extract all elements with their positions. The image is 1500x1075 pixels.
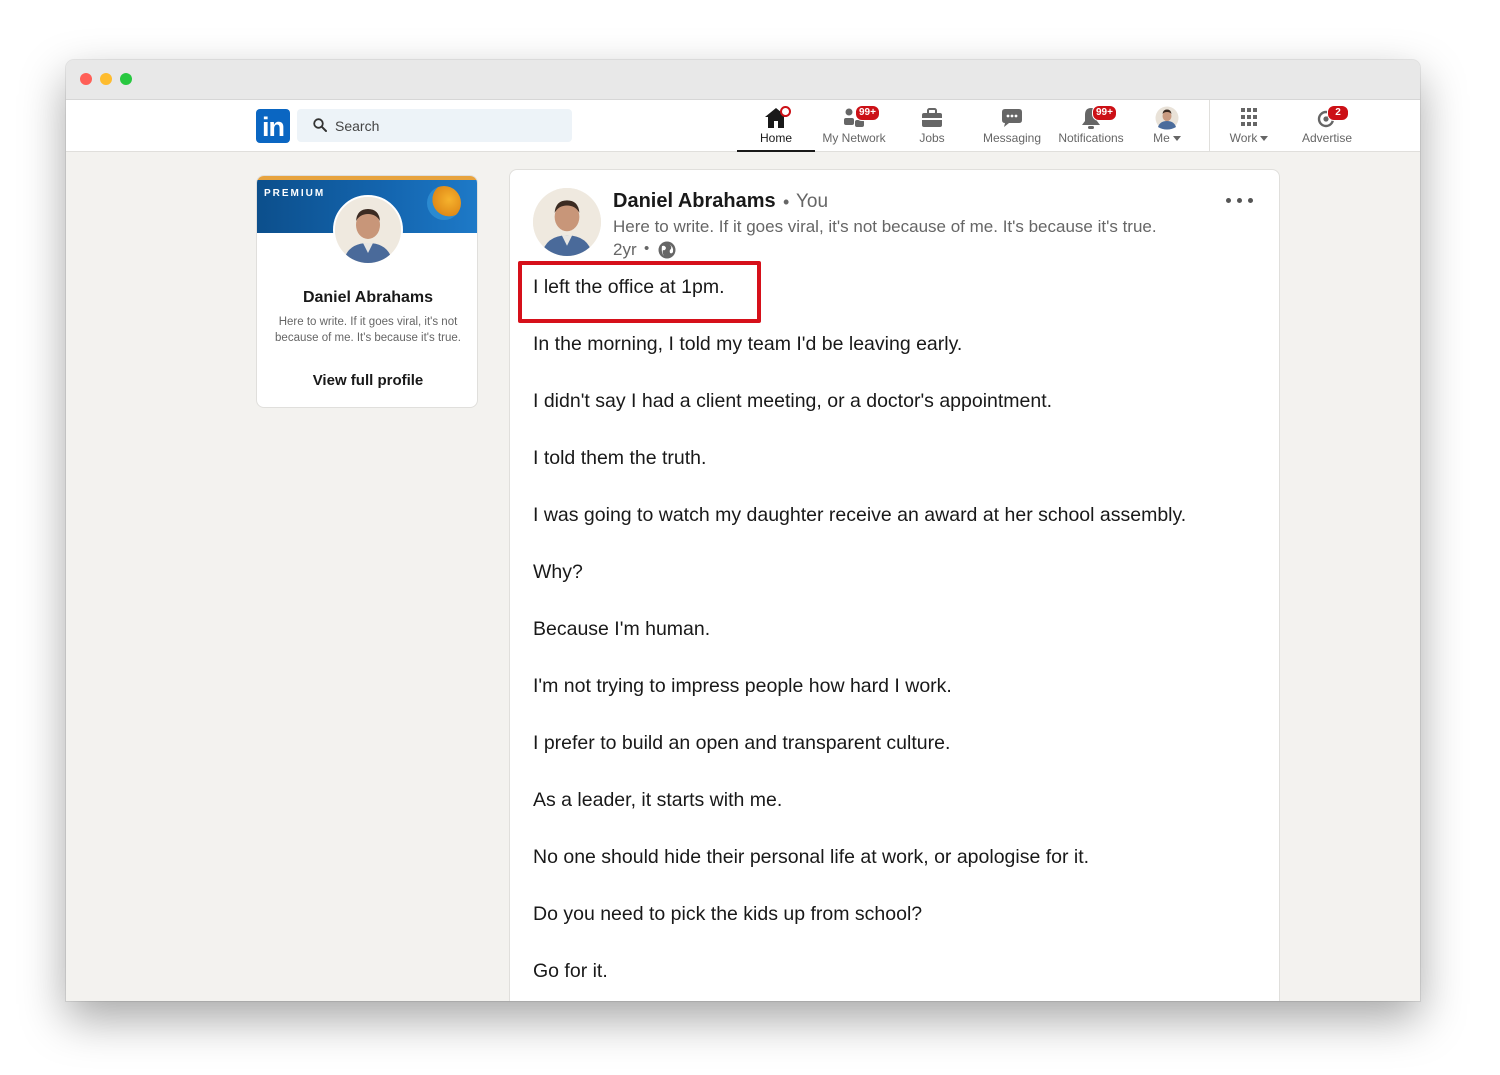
search-icon xyxy=(313,118,327,132)
post-card: Daniel Abrahams • You Here to write. If … xyxy=(509,169,1280,1001)
nav-me[interactable]: Me xyxy=(1139,100,1195,152)
author-headline: Here to write. If it goes viral, it's no… xyxy=(613,217,1157,236)
more-dot xyxy=(1226,198,1231,203)
nav-advertise[interactable]: 2 Advertise xyxy=(1292,100,1362,152)
nav-label: Jobs xyxy=(919,131,945,145)
post-line: Do you need to pick the kids up from sch… xyxy=(533,903,923,925)
post-timestamp: 2yr xyxy=(613,240,637,259)
minimize-window-button[interactable] xyxy=(100,73,112,85)
nav-label: Work xyxy=(1217,131,1281,145)
network-badge: 99+ xyxy=(855,105,880,121)
messaging-icon xyxy=(1002,109,1022,127)
nav-divider xyxy=(1209,100,1210,152)
avatar xyxy=(1155,106,1179,130)
author-degree: You xyxy=(796,191,829,212)
orange-illustration xyxy=(427,186,461,220)
browser-window: in Home 99+ My Network xyxy=(66,60,1420,1001)
nav-notifications[interactable]: 99+ Notifications xyxy=(1053,100,1129,152)
search-input[interactable] xyxy=(335,109,565,142)
maximize-window-button[interactable] xyxy=(120,73,132,85)
linkedin-logo[interactable]: in xyxy=(256,109,290,143)
view-full-profile-link[interactable]: View full profile xyxy=(257,372,477,389)
post-line: I left the office at 1pm. xyxy=(533,276,725,298)
post-line: Why? xyxy=(533,561,583,583)
briefcase-icon xyxy=(922,108,942,127)
profile-headline: Here to write. If it goes viral, it's no… xyxy=(275,316,461,344)
nav-label: Home xyxy=(759,131,792,145)
post-line: I'm not trying to impress people how har… xyxy=(533,675,952,697)
time-separator: • xyxy=(644,240,650,257)
profile-avatar[interactable] xyxy=(333,195,403,265)
globe-icon xyxy=(658,241,676,259)
premium-label: PREMIUM xyxy=(264,188,326,199)
grid-icon xyxy=(1241,108,1257,126)
post-line: I didn't say I had a client meeting, or … xyxy=(533,390,1053,412)
more-dot xyxy=(1237,198,1242,203)
post-line: As a leader, it starts with me. xyxy=(533,789,783,811)
close-window-button[interactable] xyxy=(80,73,92,85)
work-label: Work xyxy=(1229,131,1258,145)
nav-label: My Network xyxy=(822,131,886,145)
profile-name[interactable]: Daniel Abrahams xyxy=(257,289,477,307)
post-line: In the morning, I told my team I'd be le… xyxy=(533,333,963,355)
post-line: I prefer to build an open and transparen… xyxy=(533,732,951,754)
nav-label: Advertise xyxy=(1301,131,1353,145)
post-line: No one should hide their personal life a… xyxy=(533,846,1090,868)
post-line: I told them the truth. xyxy=(533,447,707,469)
me-label: Me xyxy=(1153,131,1170,145)
nav-jobs[interactable]: Jobs xyxy=(893,100,971,152)
nav-my-network[interactable]: 99+ My Network xyxy=(815,100,893,152)
nav-home[interactable]: Home xyxy=(737,100,815,152)
post-line: Because I'm human. xyxy=(533,618,711,640)
nav-messaging[interactable]: Messaging xyxy=(971,100,1053,152)
nav-label: Me xyxy=(1139,131,1195,145)
more-dot xyxy=(1248,198,1253,203)
author-avatar[interactable] xyxy=(533,188,601,256)
chevron-down-icon xyxy=(1260,136,1269,142)
post-line: Go for it. xyxy=(533,960,608,982)
profile-card: PREMIUM Daniel Abrahams Here to write. I… xyxy=(256,175,478,408)
nav-label: Notifications xyxy=(1058,131,1124,145)
notifications-badge: 99+ xyxy=(1092,105,1117,121)
nav-label: Messaging xyxy=(982,131,1042,145)
author-name[interactable]: Daniel Abrahams xyxy=(613,190,776,213)
window-titlebar xyxy=(66,60,1420,100)
author-separator: • xyxy=(783,192,790,212)
search-bar[interactable] xyxy=(297,109,572,142)
home-notification-dot xyxy=(780,106,791,117)
chevron-down-icon xyxy=(1172,136,1181,142)
more-options-button[interactable] xyxy=(1222,188,1258,212)
top-navbar: in Home 99+ My Network xyxy=(66,100,1420,152)
advertise-badge: 2 xyxy=(1327,105,1349,121)
nav-work[interactable]: Work xyxy=(1217,100,1281,152)
post-line: I was going to watch my daughter receive… xyxy=(533,504,1187,526)
